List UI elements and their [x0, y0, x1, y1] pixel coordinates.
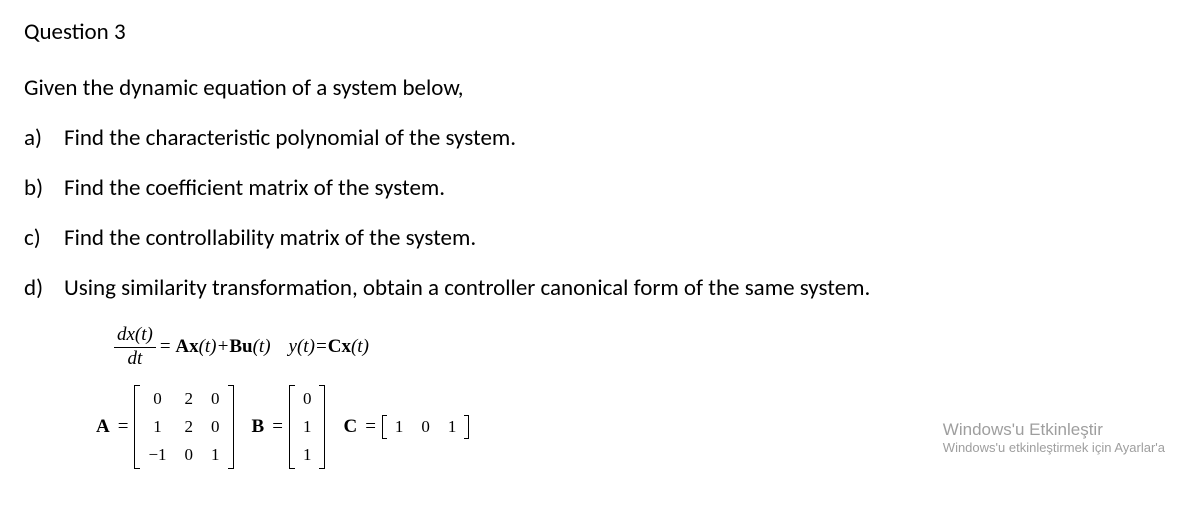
eq-rhs1: = Ax(t)+Bu(t) [160, 336, 271, 358]
matrix-C-eq: = [365, 416, 376, 438]
matrix-C: 1 0 1 [382, 415, 470, 439]
eq-tp4: (t) [351, 336, 369, 357]
eq-eq: = [160, 336, 175, 357]
matrix-B-cells: 0 1 1 [295, 385, 320, 469]
item-c-text: Find the controllability matrix of the s… [64, 224, 476, 252]
a31: −1 [148, 445, 166, 465]
eq-C: C [328, 336, 342, 357]
a13: 0 [211, 389, 220, 409]
eq-u: u [242, 336, 253, 357]
eq-B: B [229, 336, 242, 357]
matrix-B-eq: = [272, 416, 283, 438]
state-equation: dx(t) dt = Ax(t)+Bu(t) y(t)=Cx(t) [114, 324, 1153, 371]
a21: 1 [148, 417, 166, 437]
eq-y: y [289, 336, 297, 357]
b1: 0 [303, 389, 312, 409]
bracket-right-b [319, 385, 325, 469]
item-a-label: a) [24, 124, 64, 152]
a33: 1 [211, 445, 220, 465]
a32: 0 [185, 445, 194, 465]
matrix-C-group: C = 1 0 1 [343, 415, 469, 439]
matrix-C-label: C [343, 416, 357, 438]
watermark-line2: Windows'u etkinleştirmek için Ayarlar'a [943, 440, 1165, 455]
matrix-A-cells: 0 2 0 1 2 0 −1 0 1 [140, 385, 227, 469]
item-c: c) Find the controllability matrix of th… [24, 224, 1153, 252]
watermark-line1: Windows'u Etkinleştir [943, 420, 1165, 440]
a11: 0 [148, 389, 166, 409]
b3: 1 [303, 445, 312, 465]
eq-x1: x [189, 336, 199, 357]
bracket-right-c [464, 415, 469, 439]
item-d-label: d) [24, 274, 64, 302]
item-b-text: Find the coefficient matrix of the syste… [64, 174, 445, 202]
matrix-B-label: B [252, 416, 265, 438]
a12: 2 [185, 389, 194, 409]
frac-denominator: dt [125, 348, 146, 371]
matrix-A: 0 2 0 1 2 0 −1 0 1 [134, 385, 233, 469]
eq-A: A [175, 336, 189, 357]
item-b-label: b) [24, 174, 64, 202]
eq-tp3: (t)= [297, 336, 328, 357]
eq-x2: x [341, 336, 351, 357]
matrix-C-cells: 1 0 1 [387, 415, 465, 439]
item-c-label: c) [24, 224, 64, 252]
bracket-right [228, 385, 234, 469]
b2: 1 [303, 417, 312, 437]
matrix-A-label: A [96, 416, 110, 438]
c1: 1 [395, 417, 404, 437]
item-d: d) Using similarity transformation, obta… [24, 274, 1153, 302]
matrix-B: 0 1 1 [289, 385, 326, 469]
frac-numerator: dx(t) [114, 324, 156, 348]
question-title: Question 3 [24, 18, 1153, 46]
eq-rhs2: y(t)=Cx(t) [289, 336, 369, 358]
intro-text: Given the dynamic equation of a system b… [24, 74, 1153, 102]
a22: 2 [185, 417, 194, 437]
item-b: b) Find the coefficient matrix of the sy… [24, 174, 1153, 202]
a23: 0 [211, 417, 220, 437]
c2: 0 [421, 417, 430, 437]
item-a: a) Find the characteristic polynomial of… [24, 124, 1153, 152]
eq-tp2: (t) [253, 336, 271, 357]
fraction: dx(t) dt [114, 324, 156, 371]
matrix-B-group: B = 0 1 1 [252, 385, 326, 469]
c3: 1 [448, 417, 457, 437]
item-d-text: Using similarity transformation, obtain … [64, 274, 870, 302]
item-a-text: Find the characteristic polynomial of th… [64, 124, 516, 152]
matrix-A-eq: = [118, 416, 129, 438]
eq-tp1: (t)+ [199, 336, 230, 357]
windows-activation-watermark: Windows'u Etkinleştir Windows'u etkinleş… [943, 420, 1165, 455]
matrix-A-group: A = 0 2 0 1 2 0 −1 0 1 [96, 385, 234, 469]
